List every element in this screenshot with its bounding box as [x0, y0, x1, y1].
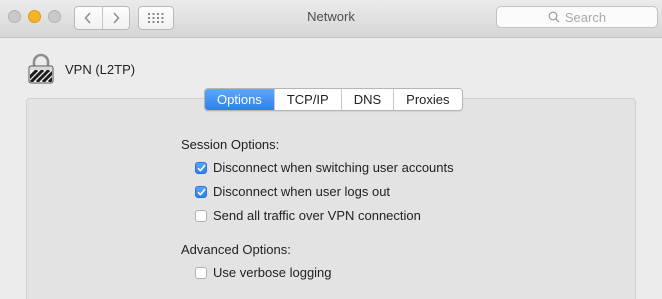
search-placeholder: Search	[564, 9, 607, 25]
search-field[interactable]: Search	[496, 6, 658, 28]
search-icon	[548, 11, 560, 23]
option-label: Send all traffic over VPN connection	[213, 208, 421, 223]
advanced-options-heading: Advanced Options:	[181, 242, 291, 257]
option-send-all-traffic[interactable]: Send all traffic over VPN connection	[195, 208, 421, 223]
option-label: Disconnect when switching user accounts	[213, 160, 454, 175]
connection-name: VPN (L2TP)	[65, 61, 136, 77]
tab-proxies[interactable]: Proxies	[393, 89, 462, 110]
checkbox-unchecked[interactable]	[195, 209, 207, 222]
connection-header: VPN (L2TP)	[27, 53, 135, 85]
network-preferences-window: Network Search VPN (L2TP) Options TCP/IP…	[0, 0, 662, 299]
tab-bar: Options TCP/IP DNS Proxies	[204, 88, 463, 111]
option-label: Disconnect when user logs out	[213, 184, 391, 199]
option-label: Use verbose logging	[213, 265, 332, 280]
checkmark-icon	[196, 164, 206, 172]
session-options-heading: Session Options:	[181, 137, 280, 152]
title-bar: Network Search	[0, 0, 662, 38]
option-disconnect-switching-users[interactable]: Disconnect when switching user accounts	[195, 160, 454, 175]
checkbox-checked[interactable]	[195, 185, 207, 198]
checkmark-icon	[196, 188, 206, 196]
option-verbose-logging[interactable]: Use verbose logging	[195, 265, 332, 280]
tab-tcpip[interactable]: TCP/IP	[273, 89, 341, 110]
vpn-lock-icon	[28, 53, 54, 84]
tab-dns[interactable]: DNS	[340, 89, 394, 110]
option-disconnect-logout[interactable]: Disconnect when user logs out	[195, 184, 390, 199]
checkbox-checked[interactable]	[195, 161, 207, 174]
checkbox-unchecked[interactable]	[195, 266, 207, 279]
tab-options[interactable]: Options	[205, 89, 274, 110]
